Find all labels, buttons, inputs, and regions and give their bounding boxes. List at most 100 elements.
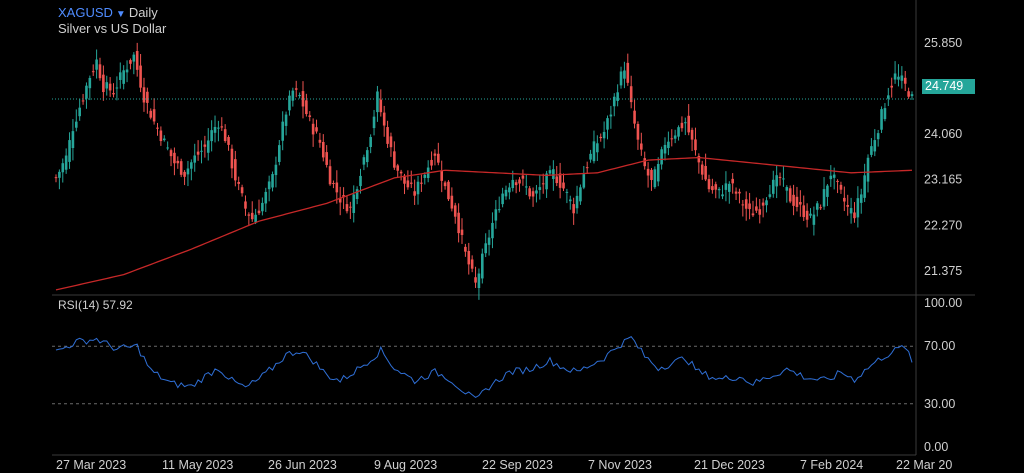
candle-body	[311, 123, 315, 135]
candle-body	[548, 170, 552, 174]
candle-body	[771, 179, 775, 194]
price-tick-label: 24.060	[924, 127, 962, 141]
candle-body	[727, 183, 731, 192]
candle-body	[788, 188, 792, 202]
rsi-tick-label: 100.00	[924, 296, 962, 310]
candle-body	[846, 205, 850, 207]
candle-body	[420, 182, 423, 184]
candle-body	[481, 253, 484, 279]
candle-body	[508, 187, 511, 193]
candle-body	[169, 150, 173, 157]
candle-body	[755, 206, 758, 211]
candle-body	[247, 214, 251, 216]
candle-body	[853, 212, 856, 219]
candle-body	[98, 64, 102, 79]
candle-body	[477, 273, 481, 289]
candle-body	[792, 194, 795, 206]
candle-body	[179, 161, 183, 175]
price-tick-label: 23.165	[924, 173, 962, 187]
candle-body	[687, 115, 690, 133]
candle-body	[267, 181, 271, 190]
rsi-tick-label: 30.00	[924, 397, 955, 411]
candle-body	[890, 85, 893, 88]
candle-body	[514, 182, 518, 186]
candle-body	[122, 70, 125, 84]
candle-body	[196, 151, 200, 155]
candle-body	[135, 50, 139, 70]
candle-body	[565, 191, 569, 193]
candle-body	[453, 205, 457, 217]
candle-body	[775, 175, 778, 187]
candle-body	[494, 209, 498, 221]
candle-body	[592, 141, 596, 162]
candle-body	[893, 73, 897, 80]
symbol-dropdown-icon[interactable]: ▼	[116, 9, 126, 20]
candle-body	[778, 176, 782, 178]
candle-body	[376, 91, 379, 113]
candle-body	[210, 130, 213, 142]
candle-body	[721, 194, 724, 197]
candle-body	[843, 197, 846, 202]
candle-body	[738, 191, 741, 194]
candle-body	[663, 144, 667, 154]
candle-body	[656, 164, 660, 182]
candle-body	[819, 207, 822, 209]
rsi-value: 57.92	[102, 298, 133, 312]
candle-body	[105, 82, 109, 89]
candle-body	[200, 150, 203, 152]
candle-body	[531, 191, 535, 197]
candle-body	[152, 109, 156, 122]
candle-body	[724, 183, 728, 190]
chart-canvas[interactable]: 25.85024.95524.06023.16522.27021.375100.…	[0, 0, 1024, 473]
candle-body	[900, 75, 904, 81]
candle-body	[162, 138, 166, 141]
candle-body	[393, 151, 396, 168]
candle-body	[541, 183, 545, 185]
candle-body	[562, 182, 565, 189]
candle-body	[355, 189, 359, 199]
candle-body	[903, 77, 907, 84]
candle-body	[731, 178, 734, 184]
candle-body	[782, 178, 785, 180]
candle-body	[274, 164, 278, 176]
candle-body	[616, 92, 619, 101]
candle-body	[538, 187, 542, 190]
candle-body	[660, 149, 663, 165]
candle-body	[71, 131, 75, 148]
candle-body	[284, 114, 288, 126]
candle-body	[535, 190, 538, 194]
candle-body	[812, 214, 816, 225]
last-price-tag: 24.749	[922, 79, 975, 94]
candle-body	[129, 60, 132, 64]
candle-body	[849, 208, 853, 214]
symbol-label[interactable]: XAGUSD	[58, 5, 113, 20]
candle-body	[115, 87, 119, 89]
time-tick-label: 21 Dec 2023	[694, 458, 765, 472]
candle-body	[369, 137, 372, 148]
timeframe-label[interactable]: Daily	[129, 5, 158, 20]
candle-body	[910, 94, 914, 97]
candle-body	[382, 112, 386, 126]
candle-body	[528, 188, 531, 197]
candle-body	[206, 140, 210, 153]
candle-body	[511, 179, 515, 189]
candle-body	[112, 93, 115, 95]
candle-body	[623, 70, 626, 79]
candle-body	[102, 74, 105, 93]
candle-body	[521, 175, 525, 179]
candle-body	[470, 259, 474, 269]
candle-body	[203, 144, 207, 147]
candle-body	[802, 205, 806, 218]
candle-body	[271, 174, 274, 188]
candle-body	[555, 176, 559, 184]
candle-body	[487, 237, 491, 245]
candle-body	[227, 136, 230, 145]
candle-body	[118, 72, 122, 80]
candle-body	[795, 196, 799, 207]
candle-body	[91, 71, 95, 73]
candle-body	[139, 65, 142, 88]
candle-body	[244, 201, 247, 209]
candle-body	[876, 133, 880, 140]
candle-body	[450, 195, 454, 209]
candle-body	[365, 150, 369, 163]
